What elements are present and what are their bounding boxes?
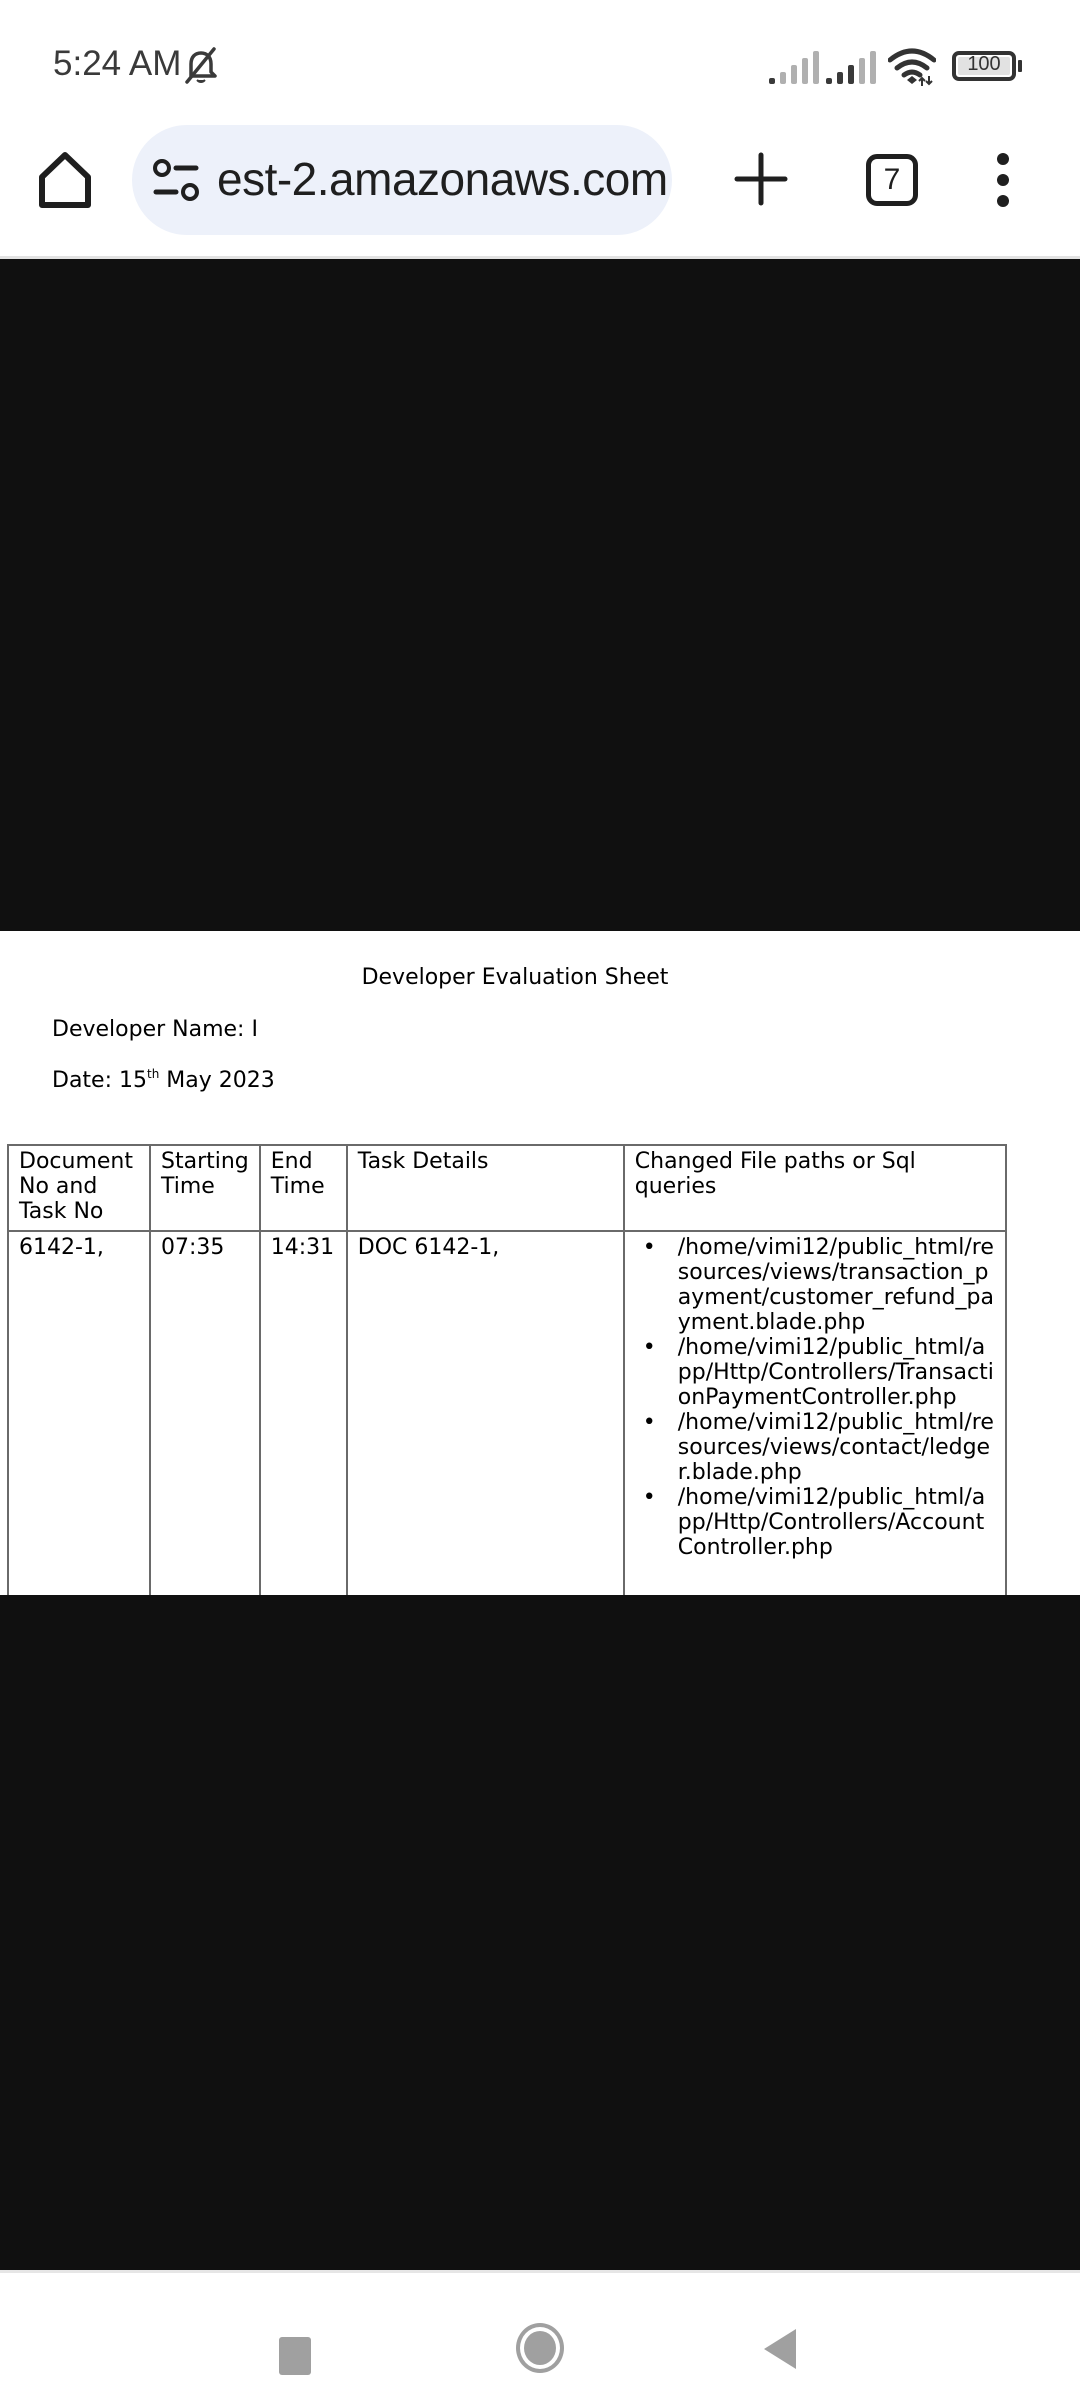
- site-settings-icon[interactable]: [152, 159, 202, 203]
- document-date: Date: 15th May 2023: [52, 1067, 275, 1093]
- developer-name-label: Developer Name:: [52, 1017, 252, 1042]
- file-path-item: /home/vimi12/public_html/app/Http/Contro…: [635, 1335, 995, 1410]
- home-button[interactable]: [516, 2323, 564, 2373]
- signal-sim1-icon: [769, 51, 819, 84]
- date-label: Date:: [52, 1068, 119, 1093]
- header-task-details: Task Details: [345, 1144, 625, 1232]
- recent-apps-button[interactable]: [279, 2337, 311, 2375]
- back-button[interactable]: [764, 2329, 796, 2369]
- redacted-area-bottom: [0, 1595, 1080, 2270]
- document-title: Developer Evaluation Sheet: [361, 965, 669, 990]
- tabs-button[interactable]: 7: [866, 154, 918, 206]
- redacted-area-top: [0, 259, 1080, 931]
- browser-toolbar: est-2.amazonaws.com 7: [0, 125, 1080, 259]
- header-doc-task-no: Document No and Task No: [7, 1144, 151, 1232]
- cell-task-details: DOC 6142-1,: [345, 1230, 625, 1612]
- cell-end-time: 14:31: [258, 1230, 348, 1612]
- header-changed-files: Changed File paths or Sql queries: [622, 1144, 1007, 1232]
- url-text[interactable]: est-2.amazonaws.com: [217, 152, 668, 206]
- home-button-inner: [524, 2331, 556, 2365]
- signal-sim2-icon: [826, 51, 876, 84]
- table-header-row: Document No and Task No Starting Time En…: [7, 1144, 1007, 1232]
- file-path-item: /home/vimi12/public_html/resources/views…: [635, 1235, 995, 1335]
- status-time: 5:24 AM: [53, 44, 182, 83]
- home-icon[interactable]: [34, 149, 96, 211]
- changed-files-list: /home/vimi12/public_html/resources/views…: [635, 1235, 995, 1560]
- battery-tip: [1018, 60, 1022, 72]
- date-rest: May 2023: [159, 1068, 275, 1093]
- battery-level: 100: [967, 53, 1001, 75]
- file-path-item: /home/vimi12/public_html/resources/views…: [635, 1410, 995, 1485]
- cell-changed-files: /home/vimi12/public_html/resources/views…: [622, 1230, 1007, 1612]
- cell-start-time: 07:35: [149, 1230, 261, 1612]
- cell-doc-task-no: 6142-1,: [7, 1230, 151, 1612]
- header-end-time: End Time: [258, 1144, 348, 1232]
- bell-off-icon: [185, 47, 217, 84]
- system-nav-bar: [0, 2270, 1080, 2400]
- date-suffix: th: [147, 1067, 160, 1081]
- developer-name-value: I: [251, 1017, 258, 1042]
- developer-name: Developer Name: I: [52, 1017, 258, 1042]
- url-bar[interactable]: est-2.amazonaws.com: [132, 125, 672, 235]
- tab-count: 7: [883, 163, 901, 196]
- plus-icon[interactable]: [733, 149, 789, 209]
- battery-indicator: 100: [952, 51, 1016, 81]
- evaluation-table: Document No and Task No Starting Time En…: [7, 1144, 1007, 1612]
- date-day: 15: [119, 1068, 147, 1093]
- file-path-item: /home/vimi12/public_html/app/Http/Contro…: [635, 1485, 995, 1560]
- more-vert-icon[interactable]: [985, 149, 1021, 211]
- header-start-time: Starting Time: [149, 1144, 261, 1232]
- wifi-icon: [888, 48, 936, 86]
- table-row: 6142-1, 07:35 14:31 DOC 6142-1, /home/vi…: [7, 1230, 1007, 1612]
- status-bar: 5:24 AM 100: [0, 0, 1080, 125]
